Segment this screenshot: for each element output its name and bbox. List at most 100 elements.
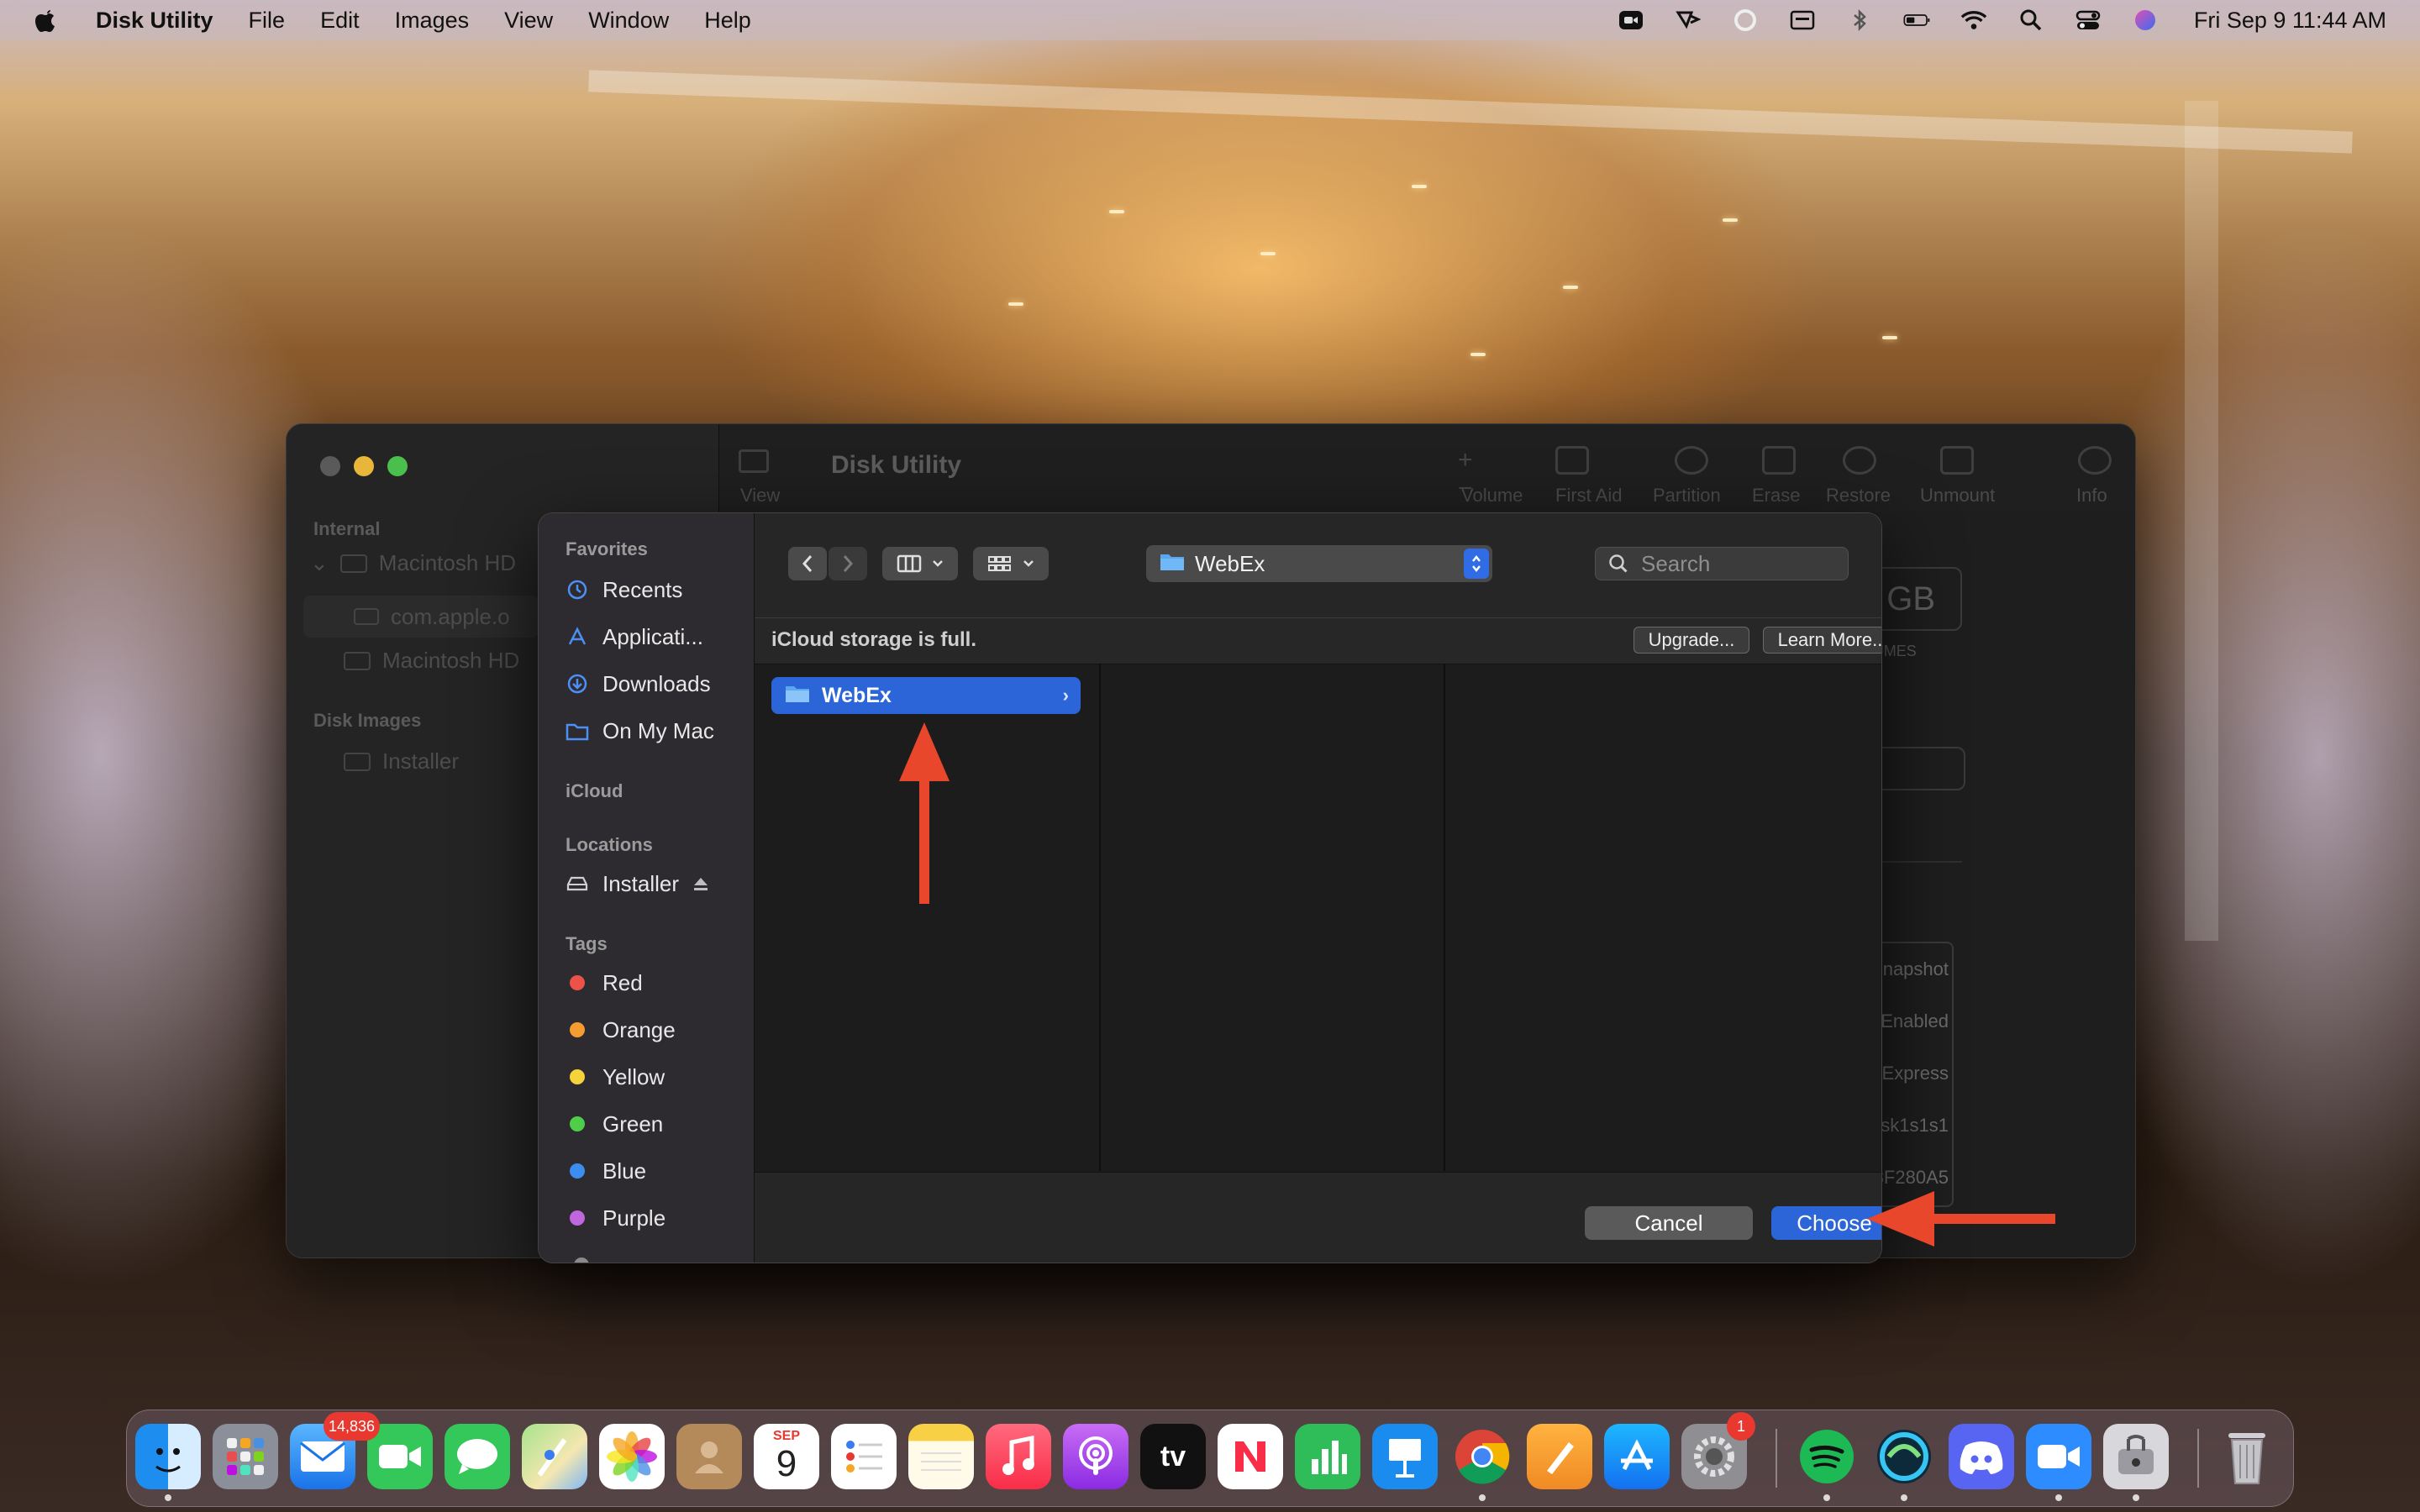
window-minimize-button[interactable] bbox=[354, 456, 374, 476]
upgrade-button[interactable]: Upgrade... bbox=[1634, 627, 1749, 654]
du-volume-item[interactable]: Macintosh HD bbox=[344, 648, 519, 674]
calendar-icon[interactable]: SEP 9 bbox=[754, 1424, 819, 1489]
webex-icon[interactable] bbox=[1871, 1424, 1937, 1489]
view-mode-button[interactable] bbox=[882, 547, 958, 580]
sidebar-item-on-my-mac[interactable]: On My Mac bbox=[566, 711, 750, 750]
maps-icon[interactable] bbox=[522, 1424, 587, 1489]
control-center-icon[interactable] bbox=[2075, 9, 2102, 31]
tags-section-title: Tags bbox=[566, 933, 608, 954]
column-divider[interactable] bbox=[1444, 664, 1445, 1171]
sidebar-item-downloads[interactable]: Downloads bbox=[566, 664, 750, 703]
sidebar-item-applications[interactable]: Applicati... bbox=[566, 617, 750, 656]
partition-icon[interactable] bbox=[1675, 446, 1708, 475]
sidebar-tag-purple[interactable]: Purple bbox=[566, 1199, 750, 1237]
du-image-item[interactable]: Installer bbox=[344, 748, 459, 774]
discord-icon[interactable] bbox=[1949, 1424, 2014, 1489]
menu-app-name[interactable]: Disk Utility bbox=[96, 8, 213, 34]
sidebar-tag-blue[interactable]: Blue bbox=[566, 1152, 750, 1190]
group-button[interactable] bbox=[973, 547, 1049, 580]
pages-icon[interactable] bbox=[1527, 1424, 1592, 1489]
circle-status-icon[interactable] bbox=[1732, 9, 1759, 31]
back-button[interactable] bbox=[788, 547, 827, 580]
forward-button[interactable] bbox=[829, 547, 867, 580]
photos-icon[interactable] bbox=[599, 1424, 665, 1489]
info-icon[interactable] bbox=[2078, 446, 2112, 475]
system-settings-dock-item[interactable]: 1 bbox=[1681, 1412, 1755, 1489]
mail-dock-item[interactable]: 14,836 bbox=[290, 1412, 381, 1489]
tag-color-dot bbox=[570, 1163, 585, 1179]
apple-tv-icon[interactable]: tv bbox=[1140, 1424, 1206, 1489]
sidebar-tag-red[interactable]: Red bbox=[566, 963, 750, 1002]
learn-more-button[interactable]: Learn More... bbox=[1763, 627, 1881, 654]
battery-icon[interactable] bbox=[1903, 9, 1930, 31]
sidebar-tag-partial[interactable] bbox=[574, 1257, 589, 1263]
cancel-button[interactable]: Cancel bbox=[1585, 1206, 1753, 1240]
choose-button[interactable]: Choose bbox=[1771, 1206, 1881, 1240]
window-close-button[interactable] bbox=[320, 456, 340, 476]
app-store-icon[interactable] bbox=[1604, 1424, 1670, 1489]
location-popup[interactable]: WebEx bbox=[1146, 545, 1492, 582]
trash-icon[interactable] bbox=[2214, 1424, 2280, 1489]
column-divider[interactable] bbox=[1099, 664, 1101, 1171]
first-aid-icon[interactable] bbox=[1555, 446, 1589, 475]
keynote-icon[interactable] bbox=[1372, 1424, 1438, 1489]
du-tool-volume[interactable]: Volume bbox=[1461, 485, 1523, 507]
bluetooth-icon[interactable] bbox=[1846, 8, 1873, 32]
apple-menu-icon[interactable] bbox=[35, 8, 57, 33]
wallpaper-light bbox=[1260, 252, 1276, 255]
notes-icon[interactable] bbox=[908, 1424, 974, 1489]
search-field[interactable]: Search bbox=[1595, 547, 1849, 580]
erase-icon[interactable] bbox=[1762, 446, 1796, 475]
contacts-icon[interactable] bbox=[676, 1424, 742, 1489]
zoom-icon[interactable] bbox=[2026, 1424, 2091, 1489]
menu-images[interactable]: Images bbox=[395, 8, 470, 34]
eject-icon[interactable] bbox=[692, 871, 709, 897]
launchpad-icon[interactable] bbox=[213, 1424, 278, 1489]
du-tool-info[interactable]: Info bbox=[2076, 485, 2107, 507]
keyboard-viewer-icon[interactable] bbox=[1789, 9, 1816, 31]
wifi-icon[interactable] bbox=[1960, 9, 1987, 31]
disk-utility-icon[interactable] bbox=[2103, 1424, 2169, 1489]
sidebar-item-label: Applicati... bbox=[602, 623, 703, 649]
sidebar-tag-green[interactable]: Green bbox=[566, 1105, 750, 1143]
folder-row-webex[interactable]: WebEx › bbox=[771, 677, 1081, 714]
window-zoom-button[interactable] bbox=[387, 456, 408, 476]
du-tool-partition[interactable]: Partition bbox=[1653, 485, 1721, 507]
reminders-icon[interactable] bbox=[831, 1424, 897, 1489]
du-tool-erase[interactable]: Erase bbox=[1752, 485, 1800, 507]
sidebar-tag-orange[interactable]: Orange bbox=[566, 1011, 750, 1049]
menu-clock[interactable]: Fri Sep 9 11:44 AM bbox=[2194, 8, 2386, 34]
spotlight-search-icon[interactable] bbox=[2018, 9, 2044, 31]
podcasts-icon[interactable] bbox=[1063, 1424, 1128, 1489]
menu-view[interactable]: View bbox=[504, 8, 553, 34]
du-volume-item[interactable]: com.apple.o bbox=[303, 596, 539, 638]
spotify-icon[interactable] bbox=[1794, 1424, 1860, 1489]
du-tool-unmount[interactable]: Unmount bbox=[1920, 485, 1995, 507]
sidebar-tag-yellow[interactable]: Yellow bbox=[566, 1058, 750, 1096]
du-tool-restore[interactable]: Restore bbox=[1826, 485, 1891, 507]
screen-share-icon[interactable] bbox=[1675, 9, 1702, 31]
menu-edit[interactable]: Edit bbox=[320, 8, 360, 34]
du-volume-item[interactable]: ⌄ Macintosh HD bbox=[310, 550, 516, 576]
sidebar-toggle-icon[interactable] bbox=[739, 449, 769, 473]
restore-icon[interactable] bbox=[1843, 446, 1876, 475]
finder-icon[interactable] bbox=[135, 1424, 201, 1489]
numbers-icon[interactable] bbox=[1295, 1424, 1360, 1489]
menu-file[interactable]: File bbox=[249, 8, 286, 34]
music-icon[interactable] bbox=[986, 1424, 1051, 1489]
volume-icon[interactable]: + − bbox=[1458, 446, 1486, 502]
sidebar-item-recents[interactable]: Recents bbox=[566, 570, 750, 609]
zoom-status-icon[interactable] bbox=[1618, 9, 1644, 31]
du-volume-label: Macintosh HD bbox=[382, 648, 520, 673]
icloud-section-title[interactable]: iCloud bbox=[566, 780, 623, 802]
menu-window[interactable]: Window bbox=[588, 8, 669, 34]
du-tool-first-aid[interactable]: First Aid bbox=[1555, 485, 1622, 507]
siri-icon[interactable] bbox=[2132, 9, 2159, 31]
messages-icon[interactable] bbox=[445, 1424, 510, 1489]
news-icon[interactable] bbox=[1218, 1424, 1283, 1489]
unmount-icon[interactable] bbox=[1940, 446, 1974, 475]
menu-help[interactable]: Help bbox=[704, 8, 751, 34]
sidebar-item-installer[interactable]: Installer bbox=[566, 864, 750, 903]
chrome-icon[interactable] bbox=[1449, 1424, 1515, 1489]
settings-badge: 1 bbox=[1727, 1412, 1755, 1441]
